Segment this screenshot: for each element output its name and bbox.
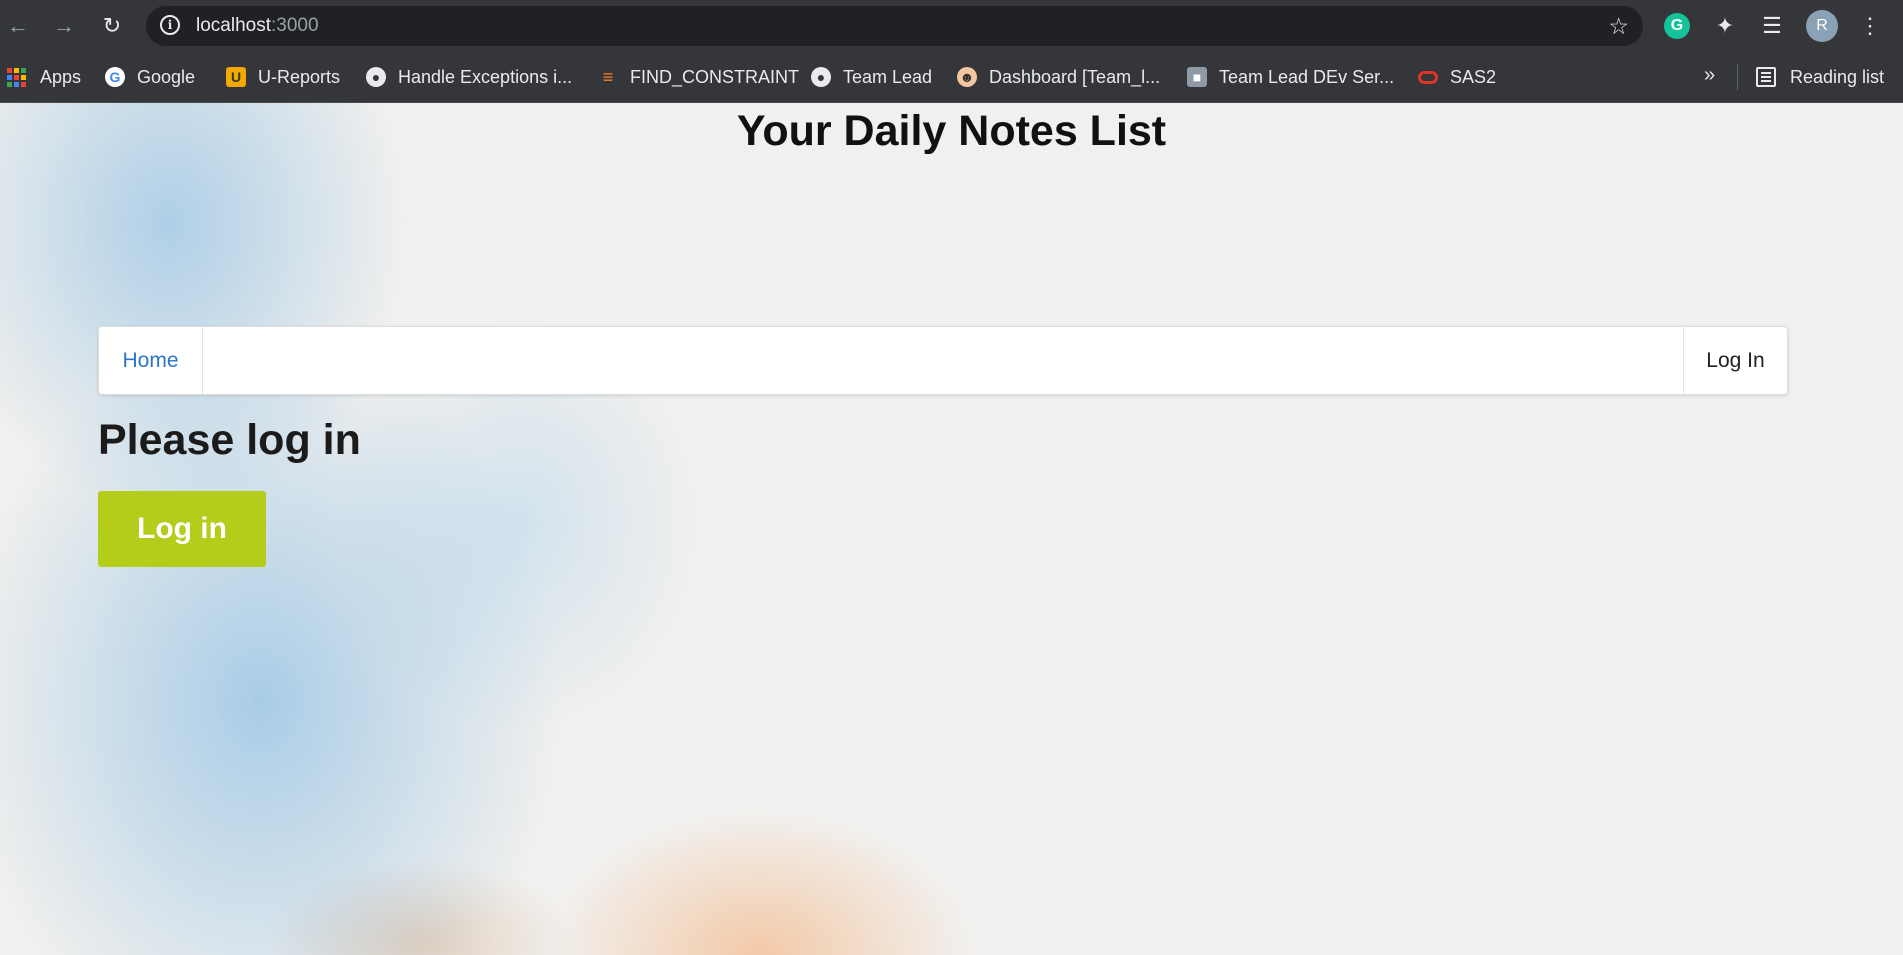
google-icon: G xyxy=(105,67,125,87)
grammarly-icon[interactable]: G xyxy=(1664,13,1690,39)
bookmark-star-icon[interactable]: ☆ xyxy=(1608,13,1629,40)
bookmark-label: Dashboard [Team_l... xyxy=(989,66,1161,87)
oracle-icon xyxy=(1418,67,1438,87)
bookmark-label: Handle Exceptions i... xyxy=(398,66,573,87)
address-bar[interactable]: i localhost:3000 ☆ xyxy=(146,6,1643,46)
bookmark-label: U-Reports xyxy=(258,66,341,87)
media-control-icon[interactable]: ☰ xyxy=(1758,12,1786,40)
globe-icon: ● xyxy=(366,67,386,87)
bookmark-find-constraint[interactable]: ≡ FIND_CONSTRAINT xyxy=(598,65,799,89)
bookmark-team-lead-dev[interactable]: ■ Team Lead DEv Ser... xyxy=(1187,65,1394,89)
profile-avatar[interactable]: R xyxy=(1806,10,1838,42)
extensions-puzzle-icon[interactable]: ✦ xyxy=(1711,12,1739,40)
bookmarks-divider xyxy=(1737,64,1738,90)
browser-toolbar: ← → ↻ i localhost:3000 ☆ G ✦ ☰ R ⋮ xyxy=(0,0,1903,52)
stackoverflow-icon: ≡ xyxy=(602,66,614,87)
page-content: Your Daily Notes List Home Log In Please… xyxy=(0,103,1903,955)
reading-list-button[interactable]: Reading list xyxy=(1756,65,1884,89)
bookmark-u-reports[interactable]: U U-Reports xyxy=(226,65,340,89)
bookmark-sas2[interactable]: SAS2 xyxy=(1418,65,1496,89)
bookmark-label: Google xyxy=(137,66,196,87)
nav-login-link[interactable]: Log In xyxy=(1683,327,1787,394)
login-button[interactable]: Log in xyxy=(98,491,266,567)
url-text[interactable]: localhost:3000 xyxy=(196,15,319,37)
site-info-icon[interactable]: i xyxy=(160,15,180,35)
bookmark-apps[interactable]: Apps xyxy=(6,65,81,89)
forward-icon[interactable]: → xyxy=(48,10,80,42)
back-icon[interactable]: ← xyxy=(2,10,34,42)
bookmark-handle-exceptions[interactable]: ● Handle Exceptions i... xyxy=(366,65,572,89)
page-title: Your Daily Notes List xyxy=(736,107,1167,155)
login-heading: Please log in xyxy=(98,416,361,464)
nav-home-link[interactable]: Home xyxy=(99,327,203,394)
bookmark-team-lead[interactable]: ● Team Lead xyxy=(811,65,932,89)
bookmark-label: FIND_CONSTRAINT xyxy=(630,66,800,87)
bookmark-dashboard[interactable]: ☻ Dashboard [Team_l... xyxy=(957,65,1160,89)
bookmark-google[interactable]: G Google xyxy=(105,65,195,89)
jenkins-icon: ☻ xyxy=(957,67,977,87)
reload-icon[interactable]: ↻ xyxy=(96,10,128,42)
bookmark-label: Team Lead DEv Ser... xyxy=(1219,66,1395,87)
globe-icon: ● xyxy=(811,67,831,87)
image-icon: ■ xyxy=(1187,67,1207,87)
site-navbar: Home Log In xyxy=(98,326,1788,395)
bookmark-label: Team Lead xyxy=(843,66,933,87)
apps-grid-icon xyxy=(6,67,26,87)
menu-kebab-icon[interactable]: ⋮ xyxy=(1856,12,1884,40)
bookmark-label: SAS2 xyxy=(1450,66,1497,87)
bookmark-label: Apps xyxy=(40,66,82,87)
u-reports-icon: U xyxy=(226,67,246,87)
more-bookmarks-chevron[interactable]: » xyxy=(1704,64,1715,87)
reading-list-label: Reading list xyxy=(1790,66,1885,87)
bookmarks-bar: Apps G Google U U-Reports ● Handle Excep… xyxy=(0,52,1903,103)
reading-list-icon xyxy=(1756,67,1776,87)
